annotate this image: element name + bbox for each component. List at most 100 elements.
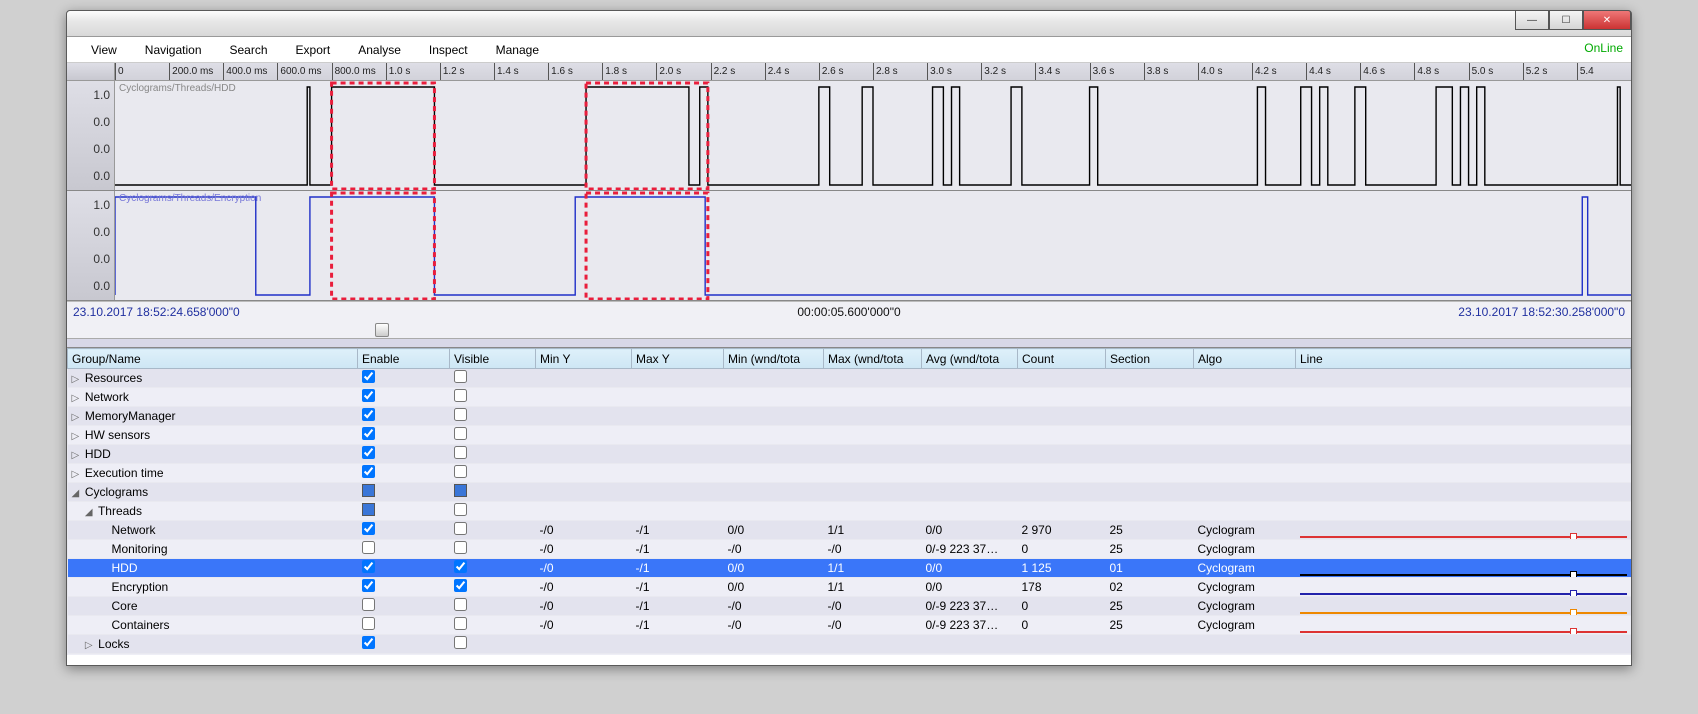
cell-enable[interactable]	[358, 521, 450, 540]
checkbox[interactable]	[454, 389, 467, 402]
column-header[interactable]: Max (wnd/tota	[824, 349, 922, 369]
checkbox[interactable]	[454, 408, 467, 421]
cell-name[interactable]: ▷ Resources	[68, 369, 358, 388]
cell-name[interactable]: ▷ MemoryManager	[68, 407, 358, 426]
checkbox[interactable]	[454, 541, 467, 554]
close-button[interactable]: ✕	[1583, 10, 1631, 30]
cell-name[interactable]: ◢ Cyclograms	[68, 483, 358, 502]
chart2-plot[interactable]: Cyclograms/Threads/Encryption	[115, 191, 1631, 300]
table-row[interactable]: Containers-/0-/1-/0-/00/-9 223 37…025Cyc…	[68, 616, 1631, 635]
cell-enable[interactable]	[358, 445, 450, 464]
checkbox[interactable]	[362, 541, 375, 554]
column-header[interactable]: Section	[1106, 349, 1194, 369]
checkbox[interactable]	[362, 560, 375, 573]
menu-search[interactable]: Search	[216, 39, 282, 61]
cell-visible[interactable]	[450, 483, 536, 502]
tree-toggle-icon[interactable]: ◢	[72, 488, 82, 499]
checkbox[interactable]	[454, 370, 467, 383]
tree-toggle-icon[interactable]: ▷	[72, 450, 82, 461]
maximize-button[interactable]: ☐	[1549, 10, 1583, 30]
checkbox[interactable]	[362, 408, 375, 421]
checkbox[interactable]	[454, 503, 467, 516]
cell-enable[interactable]	[358, 540, 450, 559]
cell-visible[interactable]	[450, 445, 536, 464]
time-ruler[interactable]: 0200.0 ms400.0 ms600.0 ms800.0 ms1.0 s1.…	[67, 63, 1631, 81]
cell-name[interactable]: HDD	[68, 559, 358, 578]
chart-row-hdd[interactable]: 1.0 0.0 0.0 0.0 Cyclograms/Threads/HDD	[67, 81, 1631, 191]
cell-name[interactable]: ▷ Locks	[68, 635, 358, 654]
column-header[interactable]: Enable	[358, 349, 450, 369]
cell-name[interactable]: ◢ Threads	[68, 502, 358, 521]
cell-visible[interactable]	[450, 597, 536, 616]
tree-toggle-icon[interactable]: ▷	[72, 393, 82, 404]
cell-enable[interactable]	[358, 578, 450, 597]
table-row[interactable]: ◢ Cyclograms	[68, 483, 1631, 502]
checkbox[interactable]	[454, 579, 467, 592]
table-row[interactable]: Network-/0-/10/01/10/02 97025Cyclogram	[68, 521, 1631, 540]
checkbox[interactable]	[362, 598, 375, 611]
cell-enable[interactable]	[358, 483, 450, 502]
table-row[interactable]: Encryption-/0-/10/01/10/017802Cyclogram	[68, 578, 1631, 597]
tree-toggle-icon[interactable]: ▷	[72, 374, 82, 385]
cell-visible[interactable]	[450, 369, 536, 388]
cell-visible[interactable]	[450, 540, 536, 559]
cell-visible[interactable]	[450, 521, 536, 540]
cell-name[interactable]: ▷ Execution time	[68, 464, 358, 483]
cell-name[interactable]: ▷ Buffers	[68, 654, 358, 656]
table-row[interactable]: ▷ Buffers	[68, 654, 1631, 656]
cell-name[interactable]: Monitoring	[68, 540, 358, 559]
column-header[interactable]: Count	[1018, 349, 1106, 369]
checkbox[interactable]	[362, 636, 375, 649]
cell-name[interactable]: Core	[68, 597, 358, 616]
tree-toggle-icon[interactable]: ▷	[85, 640, 95, 651]
table-row[interactable]: ▷ HW sensors	[68, 426, 1631, 445]
checkbox[interactable]	[454, 427, 467, 440]
checkbox-mixed-icon[interactable]	[454, 484, 467, 497]
menu-navigation[interactable]: Navigation	[131, 39, 216, 61]
table-row[interactable]: HDD-/0-/10/01/10/01 12501Cyclogram	[68, 559, 1631, 578]
table-row[interactable]: ▷ HDD	[68, 445, 1631, 464]
cell-enable[interactable]	[358, 502, 450, 521]
data-grid[interactable]: Group/NameEnableVisibleMin YMax YMin (wn…	[67, 347, 1631, 655]
cell-visible[interactable]	[450, 388, 536, 407]
cell-enable[interactable]	[358, 388, 450, 407]
cell-enable[interactable]	[358, 559, 450, 578]
cell-name[interactable]: ▷ HW sensors	[68, 426, 358, 445]
cell-visible[interactable]	[450, 464, 536, 483]
column-header[interactable]: Min (wnd/tota	[724, 349, 824, 369]
checkbox[interactable]	[454, 636, 467, 649]
menu-analyse[interactable]: Analyse	[344, 39, 415, 61]
menu-export[interactable]: Export	[282, 39, 345, 61]
checkbox[interactable]	[454, 465, 467, 478]
cell-enable[interactable]	[358, 426, 450, 445]
chart1-plot[interactable]: Cyclograms/Threads/HDD	[115, 81, 1631, 190]
cell-visible[interactable]	[450, 654, 536, 656]
tree-toggle-icon[interactable]: ▷	[72, 469, 82, 480]
cell-enable[interactable]	[358, 635, 450, 654]
checkbox[interactable]	[362, 579, 375, 592]
checkbox[interactable]	[454, 522, 467, 535]
checkbox[interactable]	[362, 617, 375, 630]
table-row[interactable]: Core-/0-/1-/0-/00/-9 223 37…025Cyclogram	[68, 597, 1631, 616]
cell-name[interactable]: ▷ HDD	[68, 445, 358, 464]
table-row[interactable]: ▷ Locks	[68, 635, 1631, 654]
cell-name[interactable]: Network	[68, 521, 358, 540]
cell-visible[interactable]	[450, 616, 536, 635]
chart-row-encryption[interactable]: 1.0 0.0 0.0 0.0 Cyclograms/Threads/Encry…	[67, 191, 1631, 301]
cell-enable[interactable]	[358, 369, 450, 388]
menu-manage[interactable]: Manage	[482, 39, 553, 61]
titlebar[interactable]: — ☐ ✕	[67, 11, 1631, 37]
table-row[interactable]: Monitoring-/0-/1-/0-/00/-9 223 37…025Cyc…	[68, 540, 1631, 559]
cell-enable[interactable]	[358, 616, 450, 635]
menu-view[interactable]: View	[77, 39, 131, 61]
column-header[interactable]: Line	[1296, 349, 1631, 369]
column-header[interactable]: Visible	[450, 349, 536, 369]
checkbox-mixed-icon[interactable]	[362, 484, 375, 497]
cell-visible[interactable]	[450, 578, 536, 597]
cell-enable[interactable]	[358, 597, 450, 616]
checkbox[interactable]	[362, 465, 375, 478]
checkbox[interactable]	[362, 446, 375, 459]
table-row[interactable]: ▷ MemoryManager	[68, 407, 1631, 426]
time-slider[interactable]	[67, 321, 1631, 339]
cell-name[interactable]: Encryption	[68, 578, 358, 597]
